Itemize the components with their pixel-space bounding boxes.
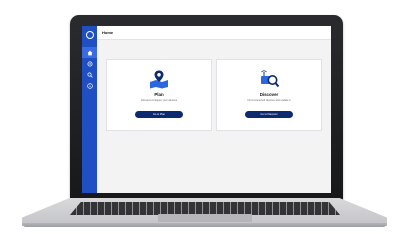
sidebar-item-info[interactable] (82, 80, 97, 91)
app-logo (85, 31, 94, 39)
discover-card-description: Find connected devices and update it (247, 99, 291, 102)
sidebar-item-search[interactable] (82, 69, 97, 80)
location-icon (87, 61, 92, 66)
map-pin-icon (107, 69, 211, 89)
app-screen: Home Plan Add and configure your devices… (82, 26, 331, 193)
plan-card-title: Plan (154, 92, 164, 97)
go-to-plan-button[interactable]: Go to Plan (135, 111, 183, 118)
main-content: Home Plan Add and configure your devices… (97, 26, 331, 193)
plan-card: Plan Add and configure your devices Go t… (106, 59, 212, 131)
laptop-trackpad (158, 214, 252, 222)
plan-card-description: Add and configure your devices (140, 99, 178, 102)
laptop-lid: Home Plan Add and configure your devices… (70, 15, 343, 201)
discover-card-title: Discover (259, 92, 279, 97)
search-icon (86, 71, 93, 78)
home-icon (87, 50, 92, 55)
discover-card: Discover Find connected devices and upda… (216, 59, 322, 131)
sidebar (82, 26, 97, 193)
sidebar-item-location[interactable] (82, 58, 97, 69)
info-icon (86, 82, 93, 89)
device-search-icon (217, 69, 321, 89)
sidebar-item-home[interactable] (82, 47, 97, 58)
page-title: Home (97, 26, 331, 40)
go-to-discover-button[interactable]: Go to Discover (245, 111, 293, 118)
laptop-base-edge (22, 223, 387, 227)
